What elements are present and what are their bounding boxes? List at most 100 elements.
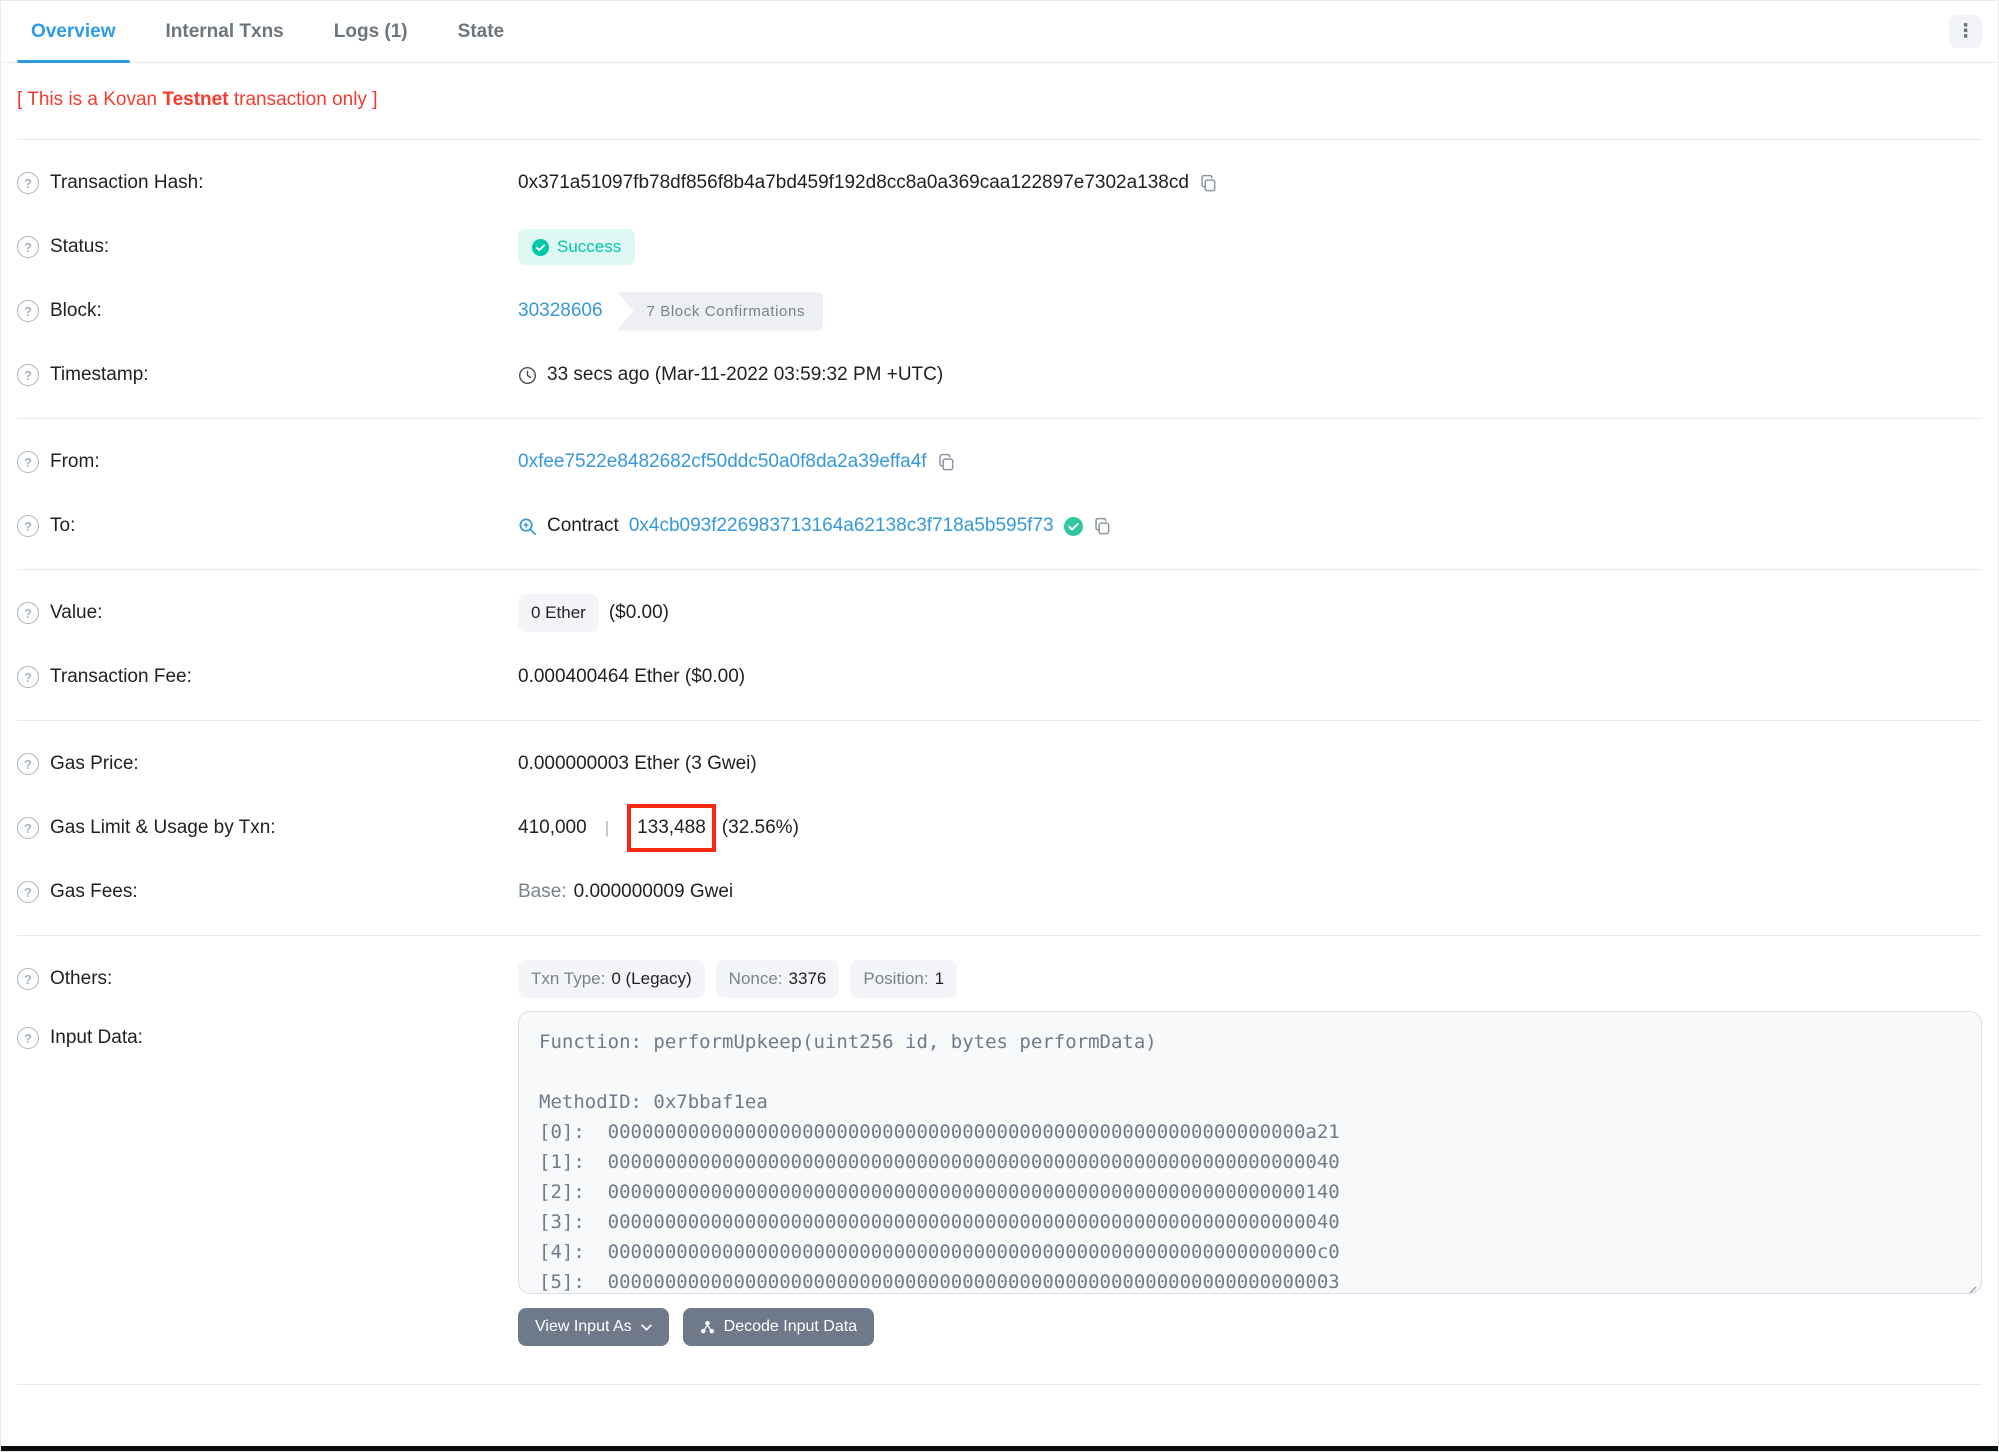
tab-bar: Overview Internal Txns Logs (1) State ⋮ <box>1 1 1998 63</box>
help-icon[interactable]: ? <box>17 602 39 624</box>
block-confirmations-badge: 7 Block Confirmations <box>616 291 824 331</box>
input-data-line: [5]: 00000000000000000000000000000000000… <box>539 1271 1340 1293</box>
status-badge-label: Success <box>557 237 622 256</box>
row-label-text: Gas Price: <box>50 753 139 774</box>
kebab-menu-button[interactable]: ⋮ <box>1949 15 1982 48</box>
row-label-text: To: <box>50 515 76 536</box>
row-others: ? Others: Txn Type: 0 (Legacy) Nonce: 33… <box>1 947 1998 1011</box>
to-contract-label: Contract <box>547 515 619 536</box>
help-icon[interactable]: ? <box>17 968 39 990</box>
decode-input-data-button[interactable]: Decode Input Data <box>682 1308 875 1346</box>
pill-value: 1 <box>934 969 945 988</box>
bottom-spacer <box>1 1357 1998 1384</box>
tab-state[interactable]: State <box>444 1 518 62</box>
input-data-line: [1]: 00000000000000000000000000000000000… <box>539 1151 1340 1173</box>
kebab-menu-icon: ⋮ <box>1956 21 1975 42</box>
help-icon[interactable]: ? <box>17 364 39 386</box>
tab-logs[interactable]: Logs (1) <box>320 1 422 62</box>
decode-input-data-label: Decode Input Data <box>723 1318 858 1335</box>
pill-key: Nonce: <box>728 969 783 988</box>
copy-icon[interactable] <box>937 453 956 472</box>
notice-text: [ This is a Kovan <box>17 89 163 110</box>
row-input-data: ? Input Data: Function: performUpkeep(ui… <box>1 1011 1998 1346</box>
tab-internal-txns[interactable]: Internal Txns <box>152 1 298 62</box>
section-parties: ? From: 0xfee7522e8482682cf50ddc50a0f8da… <box>1 419 1998 569</box>
input-data-textarea[interactable]: Function: performUpkeep(uint256 id, byte… <box>518 1011 1982 1294</box>
input-data-line <box>539 1057 1961 1087</box>
row-transaction-fee: ? Transaction Fee: 0.000400464 Ether ($0… <box>1 645 1998 709</box>
help-icon[interactable]: ? <box>17 753 39 775</box>
tab-overview[interactable]: Overview <box>17 1 130 63</box>
row-label-text: From: <box>50 451 100 472</box>
block-number-link[interactable]: 30328606 <box>518 300 603 322</box>
row-label-text: Transaction Fee: <box>50 666 192 687</box>
input-data-line: [2]: 00000000000000000000000000000000000… <box>539 1181 1340 1203</box>
help-icon[interactable]: ? <box>17 300 39 322</box>
pill-key: Position: <box>863 969 929 988</box>
to-address-link[interactable]: 0x4cb093f226983713164a62138c3f718a5b595f… <box>629 515 1054 537</box>
gas-limit-value: 410,000 <box>518 817 587 838</box>
position-pill: Position: 1 <box>850 960 958 998</box>
row-label-text: Block: <box>50 300 102 321</box>
row-from: ? From: 0xfee7522e8482682cf50ddc50a0f8da… <box>1 430 1998 494</box>
nonce-pill: Nonce: 3376 <box>715 960 840 998</box>
row-transaction-hash: ? Transaction Hash: 0x371a51097fb78df856… <box>1 151 1998 215</box>
bottom-divider <box>17 1384 1982 1385</box>
row-label-text: Value: <box>50 602 103 623</box>
bottom-black-bar <box>1 1446 1998 1451</box>
row-to: ? To: Contract 0x4cb093f226983713164a621… <box>1 494 1998 558</box>
timestamp-value: 33 secs ago (Mar-11-2022 03:59:32 PM +UT… <box>547 364 944 385</box>
notice-text-2: transaction only ] <box>228 89 378 110</box>
help-icon[interactable]: ? <box>17 666 39 688</box>
annotation-red-box: 133,488 <box>627 804 716 852</box>
transaction-hash-value: 0x371a51097fb78df856f8b4a7bd459f192d8cc8… <box>518 172 1189 193</box>
help-icon[interactable]: ? <box>17 817 39 839</box>
status-badge: Success <box>518 229 636 265</box>
check-circle-icon <box>532 238 549 256</box>
help-icon[interactable]: ? <box>17 236 39 258</box>
copy-icon[interactable] <box>1199 174 1218 193</box>
view-input-as-button[interactable]: View Input As <box>518 1308 669 1346</box>
from-address-link[interactable]: 0xfee7522e8482682cf50ddc50a0f8da2a39effa… <box>518 451 927 473</box>
row-value: ? Value: 0 Ether ($0.00) <box>1 581 1998 645</box>
resize-grip-icon[interactable] <box>1963 1275 1977 1293</box>
input-data-line: Function: performUpkeep(uint256 id, byte… <box>539 1031 1157 1053</box>
help-icon[interactable]: ? <box>17 1027 39 1049</box>
help-icon[interactable]: ? <box>17 172 39 194</box>
transaction-page: Overview Internal Txns Logs (1) State ⋮ … <box>0 0 1999 1452</box>
input-data-line: [0]: 00000000000000000000000000000000000… <box>539 1121 1340 1143</box>
row-label-text: Input Data: <box>50 1027 143 1048</box>
verified-check-icon <box>1063 516 1083 536</box>
value-ether-badge: 0 Ether <box>518 594 599 632</box>
row-label-text: Others: <box>50 968 113 989</box>
row-label-text: Gas Fees: <box>50 881 138 902</box>
clock-icon <box>518 366 537 385</box>
section-summary: ? Transaction Hash: 0x371a51097fb78df856… <box>1 140 1998 418</box>
transaction-fee-value: 0.000400464 Ether ($0.00) <box>518 666 746 687</box>
gas-fees-base-label: Base: <box>518 881 567 902</box>
notice-bold: Testnet <box>162 89 229 110</box>
decode-icon <box>700 1320 715 1335</box>
help-icon[interactable]: ? <box>17 515 39 537</box>
testnet-notice: [ This is a Kovan Testnet transaction on… <box>17 89 1982 111</box>
value-usd: ($0.00) <box>608 602 670 623</box>
input-buttons-row: View Input As Decode Input Data <box>518 1308 1982 1346</box>
gas-used-percent: (32.56%) <box>721 817 799 838</box>
help-icon[interactable]: ? <box>17 451 39 473</box>
row-label-text: Status: <box>50 236 110 257</box>
chevron-down-icon <box>640 1323 652 1331</box>
help-icon[interactable]: ? <box>17 881 39 903</box>
row-status: ? Status: Success <box>1 215 1998 279</box>
row-label-text: Transaction Hash: <box>50 172 204 193</box>
zoom-in-magnifier-icon[interactable] <box>518 517 537 536</box>
gas-price-value: 0.000000003 Ether (3 Gwei) <box>518 753 757 774</box>
view-input-as-label: View Input As <box>535 1318 632 1335</box>
section-value: ? Value: 0 Ether ($0.00) ? Transaction F… <box>1 570 1998 720</box>
input-data-line: MethodID: 0x7bbaf1ea <box>539 1091 768 1113</box>
row-block: ? Block: 30328606 7 Block Confirmations <box>1 279 1998 343</box>
gas-fees-base-value: 0.000000009 Gwei <box>573 881 734 902</box>
row-timestamp: ? Timestamp: 33 secs ago (Mar-11-2022 03… <box>1 343 1998 407</box>
pill-value: 3376 <box>788 969 827 988</box>
copy-icon[interactable] <box>1093 517 1112 536</box>
section-others-input: ? Others: Txn Type: 0 (Legacy) Nonce: 33… <box>1 936 1998 1357</box>
